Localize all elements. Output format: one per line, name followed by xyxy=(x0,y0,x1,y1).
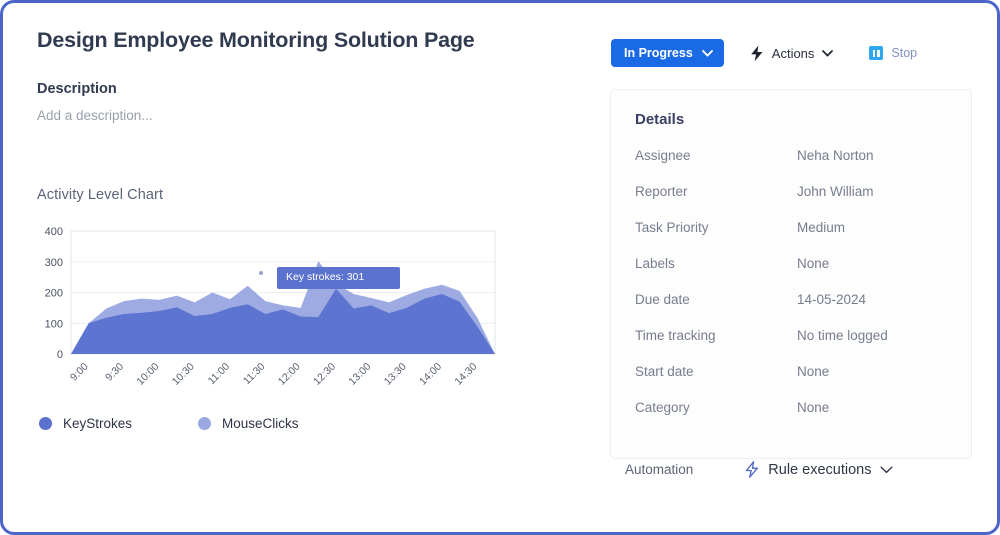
actions-label: Actions xyxy=(771,45,815,61)
y-axis-tick-label: 400 xyxy=(45,226,63,238)
details-rows: Assignee Neha Norton Reporter John William T… xyxy=(635,148,947,436)
task-main-column: Design Employee Monitoring Solution Page… xyxy=(37,25,577,431)
chart-tooltip: Key strokes: 301 xyxy=(277,267,400,289)
x-axis-tick-label: 11:30 xyxy=(241,361,268,388)
detail-row[interactable]: Start date None xyxy=(635,364,947,400)
chevron-down-icon xyxy=(701,49,713,57)
chart-hover-point-icon xyxy=(259,271,263,275)
detail-label: Assignee xyxy=(635,148,691,163)
y-axis-tick-label: 200 xyxy=(45,288,63,300)
detail-value[interactable]: John William xyxy=(797,184,874,199)
detail-label: Reporter xyxy=(635,184,688,199)
detail-label: Labels xyxy=(635,256,675,271)
x-axis-tick-label: 12:30 xyxy=(311,361,338,388)
activity-level-chart: 0 100 200 300 400 9:00 9:30 10:00 10:30 11:00 11:3… xyxy=(37,225,507,390)
detail-row[interactable]: Due date 14-05-2024 xyxy=(635,292,947,328)
detail-row[interactable]: Labels None xyxy=(635,256,947,292)
action-bar: In Progress Actions Stop xyxy=(611,39,921,67)
y-axis-tick-label: 300 xyxy=(45,257,63,269)
x-axis-tick-label: 12:00 xyxy=(276,361,303,388)
x-axis-tick-label: 10:00 xyxy=(134,361,161,388)
stop-label: Stop xyxy=(891,46,918,60)
y-axis-tick-label: 100 xyxy=(45,318,63,330)
chart-svg: 0 100 200 300 400 9:00 9:30 10:00 10:30 11:00 11:3… xyxy=(45,226,496,388)
detail-value[interactable]: Neha Norton xyxy=(797,148,874,163)
detail-value[interactable]: Medium xyxy=(797,220,845,235)
x-axis-tick-label: 14:00 xyxy=(417,361,444,388)
x-axis-tick-label: 10:30 xyxy=(170,361,197,388)
detail-row[interactable]: Task Priority Medium xyxy=(635,220,947,256)
legend-color-swatch-mouseclicks xyxy=(198,417,212,430)
x-axis-tick-label: 13:00 xyxy=(346,361,373,388)
app-page: Design Employee Monitoring Solution Page… xyxy=(0,0,1000,535)
detail-label: Due date xyxy=(635,292,690,307)
detail-value[interactable]: None xyxy=(797,256,829,271)
stop-button[interactable]: Stop xyxy=(865,39,921,67)
chevron-down-icon xyxy=(822,49,834,56)
detail-row[interactable]: Time tracking No time logged xyxy=(635,328,947,364)
x-axis-tick-label: 13:30 xyxy=(382,361,409,388)
detail-label: Time tracking xyxy=(635,328,716,343)
detail-label: Category xyxy=(635,400,690,415)
chart-title: Activity Level Chart xyxy=(37,187,164,203)
legend-label-mouseclicks: MouseClicks xyxy=(222,416,299,431)
x-axis-tick-label: 9:30 xyxy=(103,361,126,384)
legend-label-keystrokes: KeyStrokes xyxy=(63,416,133,431)
detail-label: Start date xyxy=(635,364,694,379)
status-dropdown-button[interactable]: In Progress xyxy=(611,39,724,67)
detail-row[interactable]: Assignee Neha Norton xyxy=(635,148,947,184)
rule-executions-button[interactable]: Rule executions xyxy=(745,461,893,478)
x-axis-tick-label: 11:00 xyxy=(206,361,233,388)
lightning-bolt-icon xyxy=(750,45,763,61)
x-axis-tick-label: 9:00 xyxy=(68,361,91,384)
automation-label: Automation xyxy=(625,462,694,477)
pause-icon xyxy=(869,46,884,60)
details-heading: Details xyxy=(635,111,685,128)
chevron-down-icon xyxy=(880,466,893,473)
detail-value[interactable]: None xyxy=(797,364,829,379)
detail-row[interactable]: Category None xyxy=(635,400,947,436)
y-axis-tick-label: 0 xyxy=(57,349,63,361)
page-title: Design Employee Monitoring Solution Page xyxy=(37,28,475,52)
rule-executions-label: Rule executions xyxy=(768,461,872,478)
chart-area-keystrokes xyxy=(71,288,495,354)
detail-value[interactable]: 14-05-2024 xyxy=(797,292,866,307)
legend-color-swatch-keystrokes xyxy=(39,417,52,430)
detail-value[interactable]: None xyxy=(797,400,829,415)
x-axis-tick-label: 14:30 xyxy=(452,361,479,388)
details-card: Details Assignee Neha Norton Reporter John … xyxy=(610,89,972,459)
automation-row: Automation Rule executions xyxy=(625,461,893,478)
description-placeholder[interactable]: Add a description... xyxy=(37,107,577,125)
actions-dropdown-button[interactable]: Actions xyxy=(746,39,838,67)
detail-label: Task Priority xyxy=(635,220,709,235)
chart-legend: KeyStrokes MouseClicks xyxy=(37,416,577,431)
status-label: In Progress xyxy=(624,46,693,60)
detail-value[interactable]: No time logged xyxy=(797,328,888,343)
lightning-bolt-outline-icon xyxy=(746,461,759,478)
description-heading: Description xyxy=(37,81,117,97)
legend-item-keystrokes[interactable]: KeyStrokes xyxy=(39,416,132,431)
detail-row[interactable]: Reporter John William xyxy=(635,184,947,220)
legend-item-mouseclicks[interactable]: MouseClicks xyxy=(198,416,299,431)
